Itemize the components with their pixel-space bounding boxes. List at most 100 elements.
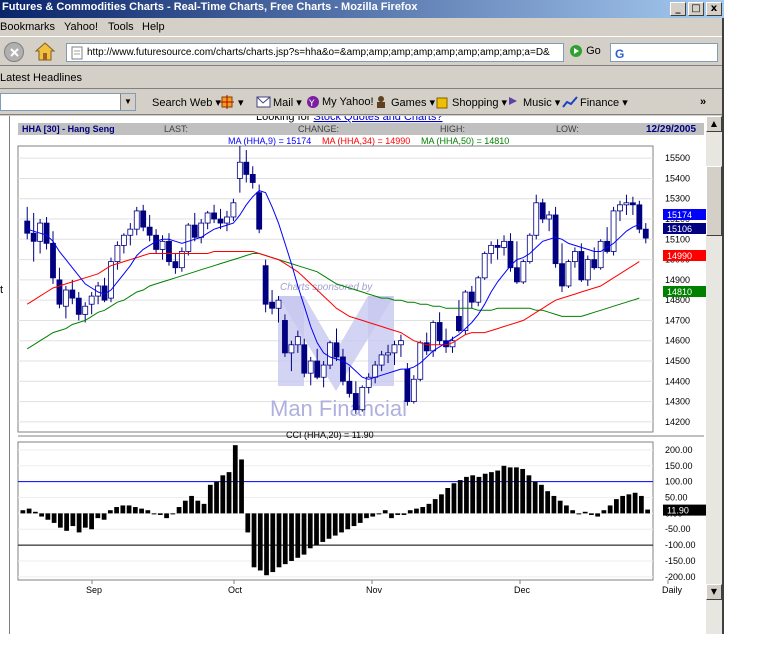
candle-body xyxy=(559,263,565,287)
cci-bar xyxy=(645,509,650,514)
candle-body xyxy=(475,277,482,303)
mail-icon xyxy=(256,96,271,108)
price-tick-label: 14600 xyxy=(665,336,690,346)
cci-bar xyxy=(351,513,357,527)
candle-body xyxy=(140,210,147,228)
candle-body xyxy=(398,340,404,346)
candle-body xyxy=(191,224,198,238)
candle-body xyxy=(198,222,205,238)
yahoo-search-input[interactable]: ▼ xyxy=(0,93,136,111)
candle-body xyxy=(262,265,269,305)
yahoo-search-web[interactable]: Search Web ▾ xyxy=(152,96,221,109)
cci-bar xyxy=(170,513,176,515)
cci-bar xyxy=(420,507,426,514)
cci-bar xyxy=(607,505,613,514)
yahoo-music[interactable]: Music ▾ xyxy=(523,96,560,109)
shopping-icon xyxy=(436,97,448,109)
finance-icon xyxy=(562,96,578,108)
cci-bar xyxy=(426,503,432,514)
home-button[interactable] xyxy=(34,41,56,63)
svg-text:Y: Y xyxy=(308,99,315,109)
cci-bar xyxy=(182,500,188,514)
candle-body xyxy=(327,342,333,366)
cci-bar xyxy=(239,459,244,514)
candle-body xyxy=(629,202,636,206)
cci-bar xyxy=(395,513,401,515)
url-field[interactable]: http://www.futuresource.com/charts/chart… xyxy=(66,43,564,62)
menu-yahoo[interactable]: Yahoo! xyxy=(64,21,98,33)
indicator-label: MA (HHA,34) = 14990 xyxy=(322,136,410,146)
vertical-scrollbar[interactable]: ▲ ▼ xyxy=(706,116,722,634)
cci-bar xyxy=(564,505,569,514)
toolbar-overflow-button[interactable]: » xyxy=(700,96,706,108)
scroll-down-arrow-icon[interactable]: ▼ xyxy=(706,584,722,600)
price-tick-label: 15400 xyxy=(665,173,690,183)
candle-body xyxy=(224,216,230,224)
cci-bar xyxy=(614,499,619,514)
candle-body xyxy=(243,161,250,175)
candle-body xyxy=(50,242,56,279)
candle-body xyxy=(120,234,127,246)
yahoo-finance[interactable]: Finance ▾ xyxy=(580,96,628,109)
candle-body xyxy=(301,344,308,374)
stop-button[interactable] xyxy=(4,42,24,62)
cci-tick-label: 100.00 xyxy=(665,477,693,487)
candle-body xyxy=(584,259,591,281)
cci-title: CCI (HHA,20) = 11.90 xyxy=(286,430,374,440)
minimize-button[interactable]: _ xyxy=(670,2,686,16)
go-button[interactable]: Go xyxy=(569,44,601,58)
cci-bar xyxy=(264,513,269,576)
menu-tools[interactable]: Tools xyxy=(108,21,134,33)
yahoo-mail[interactable]: Mail ▾ xyxy=(273,96,302,109)
yahoo-my-yahoo[interactable]: My Yahoo! xyxy=(322,96,374,108)
cci-bar xyxy=(57,513,63,528)
cci-bar xyxy=(445,488,451,514)
close-window-button[interactable]: x xyxy=(706,2,722,16)
menu-bar: Bookmarks Yahoo! Tools Help xyxy=(0,18,722,36)
cci-bar xyxy=(45,513,51,520)
cci-bar xyxy=(457,480,463,514)
candle-body xyxy=(359,386,366,411)
indicator-label: MA (HHA,50) = 14810 xyxy=(421,136,509,146)
cci-bar xyxy=(195,500,201,514)
search-field[interactable]: G xyxy=(610,43,718,62)
price-tick-label: 14300 xyxy=(665,397,690,407)
yahoo-games[interactable]: Games ▾ xyxy=(391,96,435,109)
header-field-label: CHANGE: xyxy=(298,124,339,134)
price-tick-label: 14700 xyxy=(665,315,690,325)
cci-bar xyxy=(514,467,519,514)
menu-help[interactable]: Help xyxy=(142,21,165,33)
cci-tick-label: 150.00 xyxy=(665,461,693,471)
cci-bar xyxy=(164,513,169,519)
scroll-thumb[interactable] xyxy=(706,166,722,236)
cci-bar xyxy=(501,465,507,514)
scroll-up-arrow-icon[interactable]: ▲ xyxy=(706,116,722,132)
candle-body xyxy=(69,289,76,299)
yahoo-shopping[interactable]: Shopping ▾ xyxy=(452,96,507,109)
x-axis-label: Sep xyxy=(86,585,102,595)
candle-body xyxy=(314,360,321,378)
dropdown-arrow-icon[interactable]: ▼ xyxy=(120,94,135,110)
stock-quotes-link[interactable]: Stock Quotes and Charts? xyxy=(313,116,442,123)
dropdown-arrow-icon[interactable]: ▾ xyxy=(238,96,244,109)
left-sidebar: t xyxy=(0,116,10,634)
candle-body xyxy=(572,251,578,263)
candle-body xyxy=(565,261,572,287)
candle-body xyxy=(230,202,237,218)
price-tick-label: 14400 xyxy=(665,376,690,386)
price-badge-value: 15106 xyxy=(667,224,692,234)
cci-bar xyxy=(326,513,332,539)
cci-bar xyxy=(126,505,132,514)
bookmark-latest-headlines[interactable]: Latest Headlines xyxy=(0,72,82,84)
price-tick-label: 15300 xyxy=(665,194,690,204)
cci-bar xyxy=(451,483,457,514)
x-axis-label: Nov xyxy=(366,585,383,595)
highlight-icon[interactable] xyxy=(220,95,234,109)
cci-tick-label: 50.00 xyxy=(665,493,688,503)
candle-body xyxy=(488,244,495,254)
maximize-button[interactable]: □ xyxy=(688,2,704,16)
candle-body xyxy=(552,214,559,265)
cci-bar xyxy=(82,513,88,528)
candle-body xyxy=(127,228,134,236)
menu-bookmarks[interactable]: Bookmarks xyxy=(0,21,55,33)
